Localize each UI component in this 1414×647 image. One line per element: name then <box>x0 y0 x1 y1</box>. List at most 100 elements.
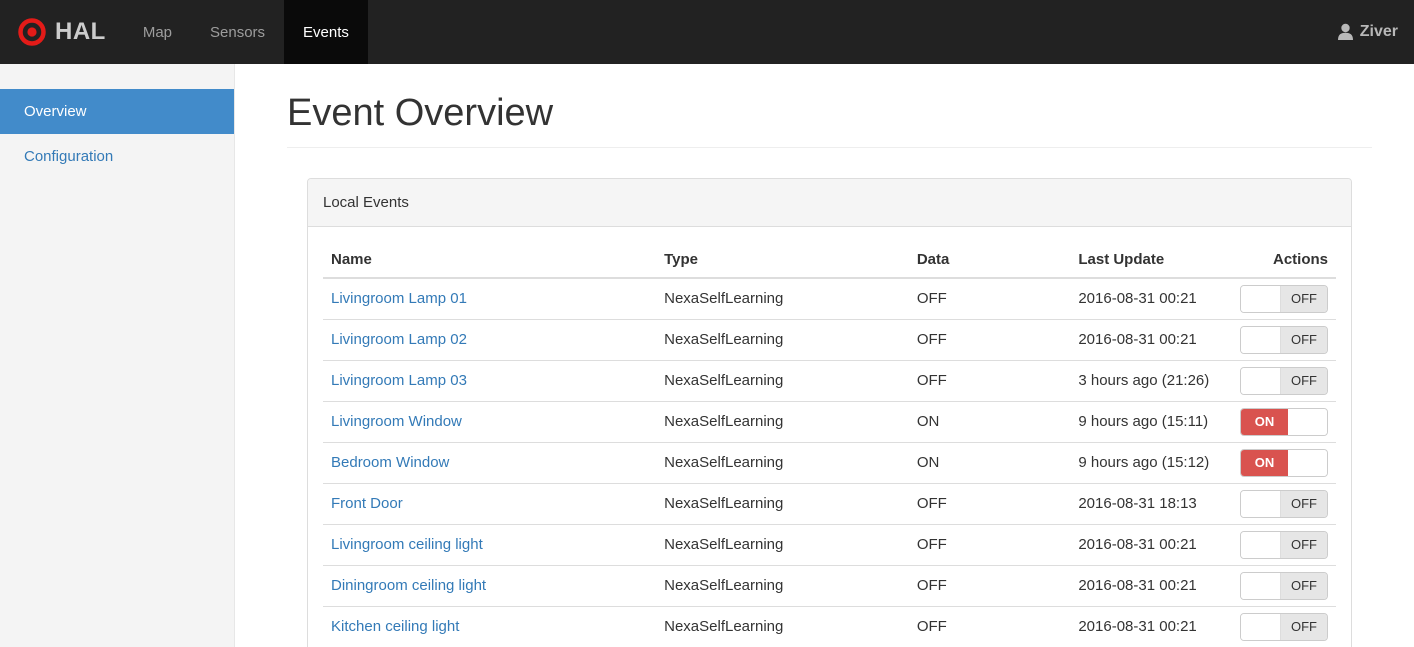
toggle-label[interactable]: OFF <box>1280 573 1327 599</box>
event-type: NexaSelfLearning <box>656 319 909 361</box>
toggle-handle[interactable] <box>1241 491 1280 517</box>
event-last-update: 9 hours ago (15:11) <box>1070 401 1232 443</box>
event-last-update: 2016-08-31 00:21 <box>1070 319 1232 361</box>
event-data: OFF <box>908 360 1071 402</box>
page-title: Event Overview <box>287 92 1372 148</box>
events-table: Name Type Data Last Update Actions Livin… <box>323 242 1336 647</box>
event-type: NexaSelfLearning <box>656 442 909 484</box>
toggle-label[interactable]: OFF <box>1280 614 1327 640</box>
event-data: OFF <box>908 565 1071 607</box>
toggle-handle[interactable] <box>1241 614 1280 640</box>
table-row: Livingroom Lamp 03 NexaSelfLearning OFF … <box>323 360 1336 402</box>
col-header-last-update: Last Update <box>1070 242 1232 279</box>
toggle-label[interactable]: OFF <box>1280 286 1327 312</box>
toggle-switch[interactable]: OFF <box>1240 490 1328 518</box>
hal-logo-icon <box>18 18 46 46</box>
event-name-link[interactable]: Livingroom Lamp 03 <box>331 372 467 389</box>
toggle-label[interactable]: OFF <box>1280 368 1327 394</box>
event-name-link[interactable]: Front Door <box>331 495 403 512</box>
sidebar-menu: Overview Configuration <box>0 89 234 179</box>
toggle-handle[interactable] <box>1241 286 1280 312</box>
event-name-link[interactable]: Livingroom Window <box>331 413 462 430</box>
toggle-handle[interactable] <box>1288 450 1327 476</box>
nav-item-sensors[interactable]: Sensors <box>191 0 284 64</box>
event-name-link[interactable]: Livingroom ceiling light <box>331 536 483 553</box>
col-header-actions: Actions <box>1231 242 1336 279</box>
brand[interactable]: HAL <box>0 0 124 64</box>
event-name-link[interactable]: Kitchen ceiling light <box>331 618 459 635</box>
table-row: Livingroom Window NexaSelfLearning ON 9 … <box>323 401 1336 443</box>
event-type: NexaSelfLearning <box>656 401 909 443</box>
toggle-handle[interactable] <box>1241 573 1280 599</box>
sidebar-item-configuration[interactable]: Configuration <box>0 134 234 179</box>
toggle-handle[interactable] <box>1241 532 1280 558</box>
col-header-data: Data <box>908 242 1071 279</box>
table-row: Front Door NexaSelfLearning OFF 2016-08-… <box>323 483 1336 525</box>
top-navbar: HAL Map Sensors Events Ziver <box>0 0 1414 64</box>
brand-label: HAL <box>55 18 106 45</box>
local-events-panel: Local Events Name Type Data Last Update … <box>307 178 1352 647</box>
user-menu[interactable]: Ziver <box>1321 0 1414 64</box>
event-last-update: 2016-08-31 00:21 <box>1070 524 1232 566</box>
user-icon <box>1337 23 1354 41</box>
event-data: OFF <box>908 319 1071 361</box>
toggle-switch[interactable]: OFF <box>1240 326 1328 354</box>
main-content: Event Overview Local Events Name Type Da… <box>235 64 1414 647</box>
table-row: Livingroom Lamp 02 NexaSelfLearning OFF … <box>323 319 1336 361</box>
toggle-switch[interactable]: OFF <box>1240 531 1328 559</box>
event-last-update: 2016-08-31 00:21 <box>1070 606 1232 647</box>
event-data: OFF <box>908 483 1071 525</box>
toggle-handle[interactable] <box>1241 327 1280 353</box>
sidebar: Overview Configuration <box>0 64 235 647</box>
table-row: Bedroom Window NexaSelfLearning ON 9 hou… <box>323 442 1336 484</box>
event-type: NexaSelfLearning <box>656 565 909 607</box>
event-name-link[interactable]: Diningroom ceiling light <box>331 577 486 594</box>
event-data: OFF <box>908 606 1071 647</box>
event-type: NexaSelfLearning <box>656 277 909 320</box>
panel-heading: Local Events <box>308 179 1351 227</box>
main-nav: Map Sensors Events <box>124 0 368 64</box>
event-name-link[interactable]: Bedroom Window <box>331 454 449 471</box>
table-row: Kitchen ceiling light NexaSelfLearning O… <box>323 606 1336 647</box>
toggle-switch[interactable]: OFF <box>1240 572 1328 600</box>
event-name-link[interactable]: Livingroom Lamp 02 <box>331 331 467 348</box>
toggle-handle[interactable] <box>1241 368 1280 394</box>
user-name: Ziver <box>1359 23 1398 40</box>
table-row: Livingroom ceiling light NexaSelfLearnin… <box>323 524 1336 566</box>
events-table-body: Livingroom Lamp 01 NexaSelfLearning OFF … <box>323 277 1336 647</box>
table-header-row: Name Type Data Last Update Actions <box>323 242 1336 279</box>
col-header-name: Name <box>323 242 657 279</box>
event-last-update: 9 hours ago (15:12) <box>1070 442 1232 484</box>
event-last-update: 2016-08-31 00:21 <box>1070 277 1232 320</box>
toggle-switch[interactable]: ON <box>1240 408 1328 436</box>
toggle-switch[interactable]: OFF <box>1240 285 1328 313</box>
table-row: Diningroom ceiling light NexaSelfLearnin… <box>323 565 1336 607</box>
col-header-type: Type <box>656 242 909 279</box>
table-row: Livingroom Lamp 01 NexaSelfLearning OFF … <box>323 277 1336 320</box>
toggle-switch[interactable]: OFF <box>1240 613 1328 641</box>
event-data: ON <box>908 401 1071 443</box>
event-data: ON <box>908 442 1071 484</box>
event-last-update: 3 hours ago (21:26) <box>1070 360 1232 402</box>
event-last-update: 2016-08-31 18:13 <box>1070 483 1232 525</box>
toggle-handle[interactable] <box>1288 409 1327 435</box>
toggle-label[interactable]: ON <box>1241 450 1288 476</box>
event-data: OFF <box>908 277 1071 320</box>
nav-item-events[interactable]: Events <box>284 0 368 64</box>
toggle-switch[interactable]: OFF <box>1240 367 1328 395</box>
toggle-label[interactable]: OFF <box>1280 532 1327 558</box>
event-type: NexaSelfLearning <box>656 606 909 647</box>
sidebar-item-overview[interactable]: Overview <box>0 89 234 134</box>
panel-body: Name Type Data Last Update Actions Livin… <box>308 227 1351 647</box>
toggle-label[interactable]: OFF <box>1280 491 1327 517</box>
event-name-link[interactable]: Livingroom Lamp 01 <box>331 290 467 307</box>
nav-item-map[interactable]: Map <box>124 0 191 64</box>
event-data: OFF <box>908 524 1071 566</box>
event-type: NexaSelfLearning <box>656 360 909 402</box>
toggle-switch[interactable]: ON <box>1240 449 1328 477</box>
event-type: NexaSelfLearning <box>656 483 909 525</box>
toggle-label[interactable]: ON <box>1241 409 1288 435</box>
toggle-label[interactable]: OFF <box>1280 327 1327 353</box>
event-last-update: 2016-08-31 00:21 <box>1070 565 1232 607</box>
event-type: NexaSelfLearning <box>656 524 909 566</box>
